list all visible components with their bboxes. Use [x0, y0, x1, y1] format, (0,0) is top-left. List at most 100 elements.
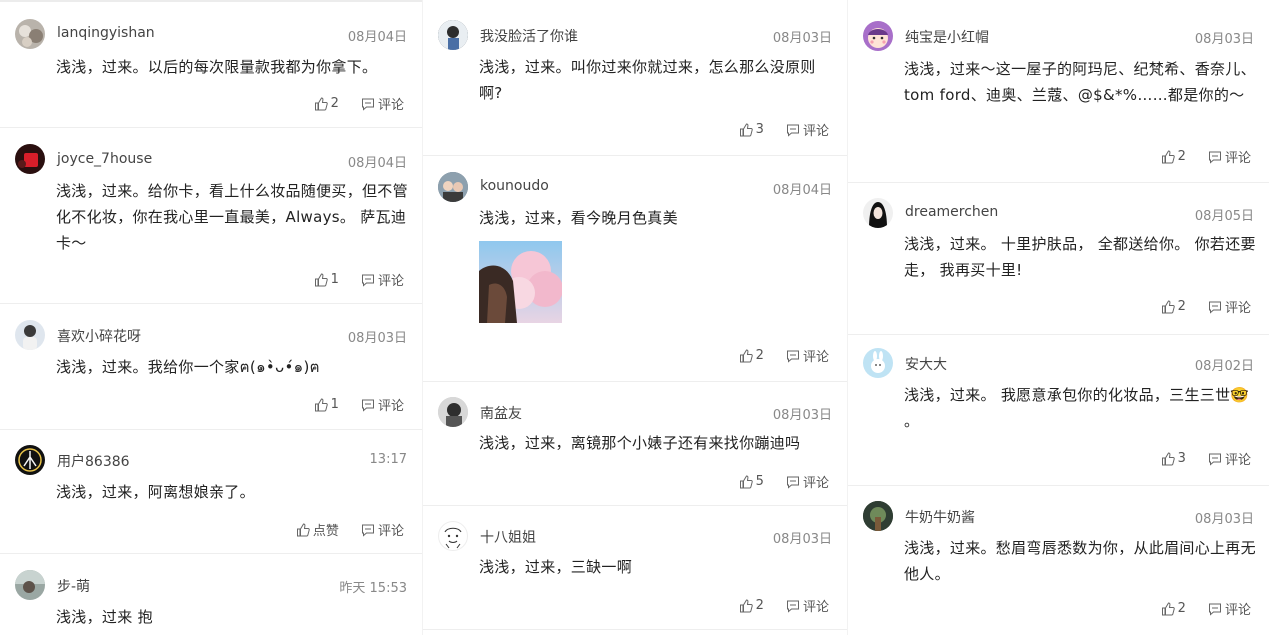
thumbs-up-icon	[739, 348, 753, 362]
like-count: 2	[1177, 299, 1186, 314]
like-button[interactable]: 1	[314, 397, 339, 412]
comment-actions: 5 评论	[739, 472, 829, 493]
comment-button[interactable]: 评论	[786, 472, 829, 491]
comment-button[interactable]: 评论	[361, 520, 404, 539]
thumbs-up-icon	[314, 272, 328, 286]
like-count: 2	[755, 348, 764, 363]
like-button[interactable]: 点赞	[296, 520, 339, 539]
username[interactable]: dreamerchen	[905, 204, 998, 220]
comment-date: 08月03日	[347, 331, 407, 346]
like-button[interactable]: 2	[739, 348, 764, 363]
thumbs-up-icon	[1161, 451, 1175, 465]
comment-icon	[361, 399, 374, 412]
comment-photo[interactable]	[479, 241, 562, 323]
comment-actions: 2 评论	[1161, 297, 1251, 318]
comment-button[interactable]: 评论	[1208, 599, 1251, 618]
username[interactable]: 喜欢小碎花呀	[57, 326, 141, 346]
comment-actions: 点赞 评论	[296, 520, 404, 541]
thumbs-up-icon	[739, 598, 753, 612]
comment-actions: 2 评论	[739, 596, 829, 617]
like-button[interactable]: 2	[739, 598, 764, 613]
comment-icon	[786, 476, 799, 489]
comment-button[interactable]: 评论	[361, 94, 404, 113]
like-button[interactable]: 5	[739, 474, 764, 489]
comment-actions: 2 评论	[1161, 147, 1251, 168]
like-button[interactable]: 2	[1161, 149, 1186, 164]
avatar[interactable]	[863, 501, 893, 531]
avatar[interactable]	[438, 397, 468, 427]
comment-button-label: 评论	[377, 524, 404, 539]
comment-button[interactable]: 评论	[786, 120, 829, 139]
comment-item: 十八姐姐 08月03日 浅浅，过来，三缺一啊 2 评论	[423, 506, 847, 630]
like-button[interactable]: 2	[314, 96, 339, 111]
avatar[interactable]	[15, 144, 45, 174]
avatar[interactable]	[15, 19, 45, 49]
username[interactable]: lanqingyishan	[57, 25, 155, 41]
avatar[interactable]	[15, 320, 45, 350]
comment-button[interactable]: 评论	[361, 395, 404, 414]
comment-text: 浅浅，过来。 我愿意承包你的化妆品，三生三世🤓 。	[904, 386, 1250, 430]
avatar[interactable]	[438, 521, 468, 551]
comment-item: 步-萌 昨天 15:53 浅浅，过来 抱	[0, 554, 422, 635]
like-count: 3	[755, 122, 764, 137]
like-button[interactable]: 1	[314, 272, 339, 287]
username[interactable]: joyce_7house	[57, 151, 152, 167]
comment-actions: 1 评论	[314, 270, 404, 291]
username[interactable]: 牛奶牛奶酱	[905, 507, 975, 527]
comment-button-label: 评论	[377, 274, 404, 289]
like-button[interactable]: 2	[1161, 299, 1186, 314]
username[interactable]: 十八姐姐	[480, 527, 536, 547]
like-button[interactable]: 2	[1161, 601, 1186, 616]
avatar[interactable]	[863, 21, 893, 51]
username[interactable]: kounoudo	[480, 178, 549, 194]
like-count: 1	[330, 397, 339, 412]
comment-item: dreamerchen 08月05日 浅浅，过来。 十里护肤品， 全都送给你。 …	[848, 183, 1269, 335]
thumbs-up-icon	[314, 96, 328, 110]
comment-icon	[786, 600, 799, 613]
avatar[interactable]	[438, 20, 468, 50]
username[interactable]: 步-萌	[57, 576, 90, 596]
comment-date: 08月04日	[772, 183, 832, 198]
comment-button-label: 评论	[1224, 151, 1251, 166]
comment-text: 浅浅，过来。我给你一个家ฅ(๑•̀ᴗ•́๑)ฅ	[56, 358, 320, 376]
comment-date: 08月02日	[1194, 359, 1254, 374]
avatar[interactable]	[863, 348, 893, 378]
comment-button[interactable]: 评论	[1208, 297, 1251, 316]
like-count: 2	[755, 598, 764, 613]
like-count: 5	[755, 474, 764, 489]
avatar[interactable]	[438, 172, 468, 202]
comment-button[interactable]: 评论	[361, 270, 404, 289]
like-button[interactable]: 3	[739, 122, 764, 137]
comment-button[interactable]: 评论	[786, 596, 829, 615]
comment-button[interactable]: 评论	[1208, 147, 1251, 166]
comment-icon	[786, 350, 799, 363]
username[interactable]: 安大大	[905, 354, 947, 374]
username[interactable]: 南盆友	[480, 403, 522, 423]
comment-text: 浅浅，过来，三缺一啊	[479, 558, 633, 576]
comment-icon	[786, 124, 799, 137]
comment-date: 08月04日	[347, 156, 407, 171]
username[interactable]: 用户86386	[57, 451, 130, 471]
avatar[interactable]	[863, 198, 893, 228]
comment-button[interactable]: 评论	[786, 346, 829, 365]
comment-text: 浅浅，过来。给你卡，看上什么妆品随便买，但不管化不化妆，你在我心里一直最美，Al…	[56, 182, 408, 252]
thumbs-up-icon	[314, 397, 328, 411]
username[interactable]: 我没脸活了你谁	[480, 26, 578, 46]
thumbs-up-icon	[1161, 299, 1175, 313]
comment-button-label: 评论	[377, 98, 404, 113]
comment-icon	[361, 274, 374, 287]
comment-icon	[1208, 151, 1221, 164]
comment-date: 08月04日	[347, 30, 407, 45]
avatar[interactable]	[15, 570, 45, 600]
comment-button-label: 评论	[802, 350, 829, 365]
username[interactable]: 纯宝是小红帽	[905, 27, 989, 47]
comment-button-label: 评论	[377, 399, 404, 414]
avatar[interactable]	[15, 445, 45, 475]
comment-button[interactable]: 评论	[1208, 449, 1251, 468]
comment-column-1: lanqingyishan 08月04日 浅浅，过来。以后的每次限量款我都为你拿…	[0, 0, 422, 635]
comment-icon	[1208, 453, 1221, 466]
comment-item: 我没脸活了你谁 08月03日 浅浅，过来。叫你过来你就过来，怎么那么没原则啊? …	[423, 0, 847, 156]
like-button[interactable]: 3	[1161, 451, 1186, 466]
comment-item: 喜欢小碎花呀 08月03日 浅浅，过来。我给你一个家ฅ(๑•̀ᴗ•́๑)ฅ 1 …	[0, 304, 422, 430]
comment-item: kounoudo 08月04日 浅浅，过来，看今晚月色真美 2 评论	[423, 156, 847, 382]
